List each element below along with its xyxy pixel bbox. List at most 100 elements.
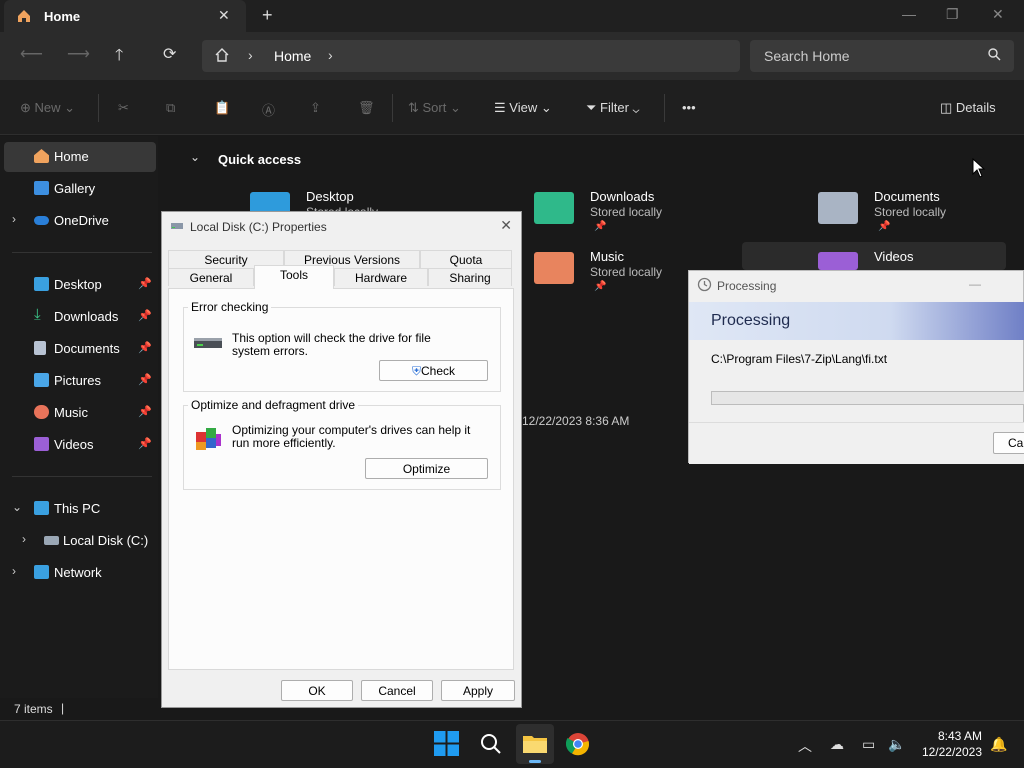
details-button[interactable]: ◫ Details xyxy=(940,100,996,116)
chevron-down-icon[interactable]: ⌄ xyxy=(12,500,22,514)
sidebar-item-local-disk[interactable]: › Local Disk (C:) xyxy=(4,526,156,556)
sort-label: Sort xyxy=(422,100,447,115)
volume-icon[interactable]: 🔈 xyxy=(888,736,905,753)
check-label: Check xyxy=(421,364,456,378)
tile-name[interactable]: Desktop xyxy=(306,189,354,204)
new-button[interactable]: ⊕ New ⌄ xyxy=(20,100,75,116)
tab-quota[interactable]: Quota xyxy=(420,250,512,268)
home-icon[interactable] xyxy=(214,47,230,66)
navigation-pane: Home Gallery › OneDrive Desktop 📌 ⤓ Down… xyxy=(0,136,158,720)
pin-icon[interactable]: 📌 xyxy=(138,405,152,418)
sidebar-item-onedrive[interactable]: › OneDrive xyxy=(4,206,156,236)
home-icon xyxy=(16,8,32,27)
sidebar-item-desktop[interactable]: Desktop 📌 xyxy=(4,270,156,300)
tab-tools[interactable]: Tools xyxy=(254,265,334,289)
new-tab-button[interactable]: + xyxy=(262,5,273,26)
tile-status: Stored locally xyxy=(874,205,947,219)
tile-name[interactable]: Videos xyxy=(874,249,914,264)
progress-bar xyxy=(711,391,1024,405)
pin-icon: 📌 xyxy=(594,221,607,232)
sidebar-item-gallery[interactable]: Gallery xyxy=(4,174,156,204)
forward-button[interactable]: ⟶ xyxy=(67,44,90,64)
close-icon[interactable]: ✕ xyxy=(500,217,512,234)
notification-bell-icon[interactable]: 🔔 xyxy=(990,736,1007,753)
item-count: 7 items xyxy=(14,702,53,716)
divider: | xyxy=(61,701,65,715)
sidebar-item-pictures[interactable]: Pictures 📌 xyxy=(4,366,156,396)
up-button[interactable]: 🡑 xyxy=(115,44,123,71)
clock-date[interactable]: 12/22/2023 xyxy=(912,745,982,759)
chevron-right-icon[interactable]: › xyxy=(248,47,253,63)
clock-icon xyxy=(697,277,712,295)
more-options-button[interactable]: ••• xyxy=(682,100,696,115)
sidebar-item-videos[interactable]: Videos 📌 xyxy=(4,430,156,460)
copy-icon[interactable]: ⧉ xyxy=(166,100,175,116)
music-folder-icon xyxy=(534,252,574,284)
check-button[interactable]: ⛨Check xyxy=(379,360,488,381)
pin-icon[interactable]: 📌 xyxy=(138,341,152,354)
apply-button[interactable]: Apply xyxy=(441,680,515,701)
sort-button[interactable]: ⇅ Sort ⌄ xyxy=(408,100,461,116)
network-icon[interactable]: ▭ xyxy=(862,736,875,753)
minimize-button[interactable]: — xyxy=(902,6,916,22)
pin-icon[interactable]: 📌 xyxy=(138,437,152,450)
pin-icon[interactable]: 📌 xyxy=(138,373,152,386)
sidebar-item-home[interactable]: Home xyxy=(4,142,156,172)
sidebar-item-documents[interactable]: Documents 📌 xyxy=(4,334,156,364)
explorer-tab[interactable]: Home ✕ xyxy=(4,0,246,32)
cancel-button[interactable]: Ca xyxy=(993,432,1024,454)
sidebar-label: This PC xyxy=(54,501,101,516)
clock-time[interactable]: 8:43 AM xyxy=(912,729,982,743)
start-button[interactable] xyxy=(434,731,459,759)
close-window-button[interactable]: ✕ xyxy=(992,6,1004,23)
sidebar-item-music[interactable]: Music 📌 xyxy=(4,398,156,428)
share-icon[interactable]: ⇪ xyxy=(310,100,321,116)
documents-folder-icon xyxy=(818,192,858,224)
tab-sharing[interactable]: Sharing xyxy=(428,268,512,286)
chevron-right-icon[interactable]: › xyxy=(12,564,16,578)
sidebar-item-downloads[interactable]: ⤓ Downloads 📌 xyxy=(4,302,156,332)
tile-name[interactable]: Downloads xyxy=(590,189,654,204)
delete-icon[interactable]: 🗑 xyxy=(358,100,375,116)
chevron-right-icon[interactable]: › xyxy=(22,532,26,546)
folder-icon xyxy=(523,733,547,756)
view-label: View xyxy=(509,100,538,115)
paste-icon[interactable]: 📋 xyxy=(214,100,230,116)
sidebar-item-this-pc[interactable]: ⌄ This PC xyxy=(4,494,156,524)
view-button[interactable]: ☰ View ⌄ xyxy=(494,100,552,116)
cut-icon[interactable]: ✂ xyxy=(118,100,129,116)
pin-icon[interactable]: 📌 xyxy=(138,277,152,290)
tile-name[interactable]: Music xyxy=(590,249,624,264)
rename-icon[interactable]: Ⓐ xyxy=(262,100,275,119)
minimize-button[interactable]: — xyxy=(969,277,981,291)
tab-close-icon[interactable]: ✕ xyxy=(218,7,230,24)
chevron-up-icon[interactable]: ︿ xyxy=(798,736,812,756)
chevron-right-icon[interactable]: › xyxy=(328,47,333,63)
breadcrumb[interactable]: Home xyxy=(274,48,311,64)
tile-name[interactable]: Documents xyxy=(874,189,940,204)
chevron-down-icon[interactable]: ⌄ xyxy=(190,150,200,164)
tile-status: Stored locally xyxy=(590,205,663,219)
address-bar[interactable]: › Home › xyxy=(202,40,740,72)
computer-icon xyxy=(34,501,49,515)
maximize-button[interactable]: ❐ xyxy=(946,6,959,23)
sidebar-item-network[interactable]: › Network xyxy=(4,558,156,588)
back-button[interactable]: ⟵ xyxy=(20,44,43,64)
quick-access-heading[interactable]: Quick access xyxy=(218,152,301,167)
cancel-button[interactable]: Cancel xyxy=(361,680,433,701)
search-input[interactable]: Search Home xyxy=(750,40,1014,72)
drive-icon xyxy=(170,218,184,235)
ok-button[interactable]: OK xyxy=(281,680,353,701)
refresh-button[interactable]: ⟳ xyxy=(163,44,176,64)
chrome-icon[interactable] xyxy=(565,732,590,759)
dialog-title: Local Disk (C:) Properties xyxy=(190,220,327,234)
search-icon[interactable] xyxy=(480,733,502,758)
file-explorer-taskbar-button[interactable] xyxy=(516,724,554,764)
tab-general[interactable]: General xyxy=(168,268,254,286)
onedrive-icon[interactable]: ☁ xyxy=(830,736,844,753)
chevron-right-icon[interactable]: › xyxy=(12,212,16,226)
pin-icon[interactable]: 📌 xyxy=(138,309,152,322)
optimize-button[interactable]: Optimize xyxy=(365,458,488,479)
tab-hardware[interactable]: Hardware xyxy=(334,268,428,286)
filter-button[interactable]: ⏷ Filter ⌄ xyxy=(586,100,640,116)
